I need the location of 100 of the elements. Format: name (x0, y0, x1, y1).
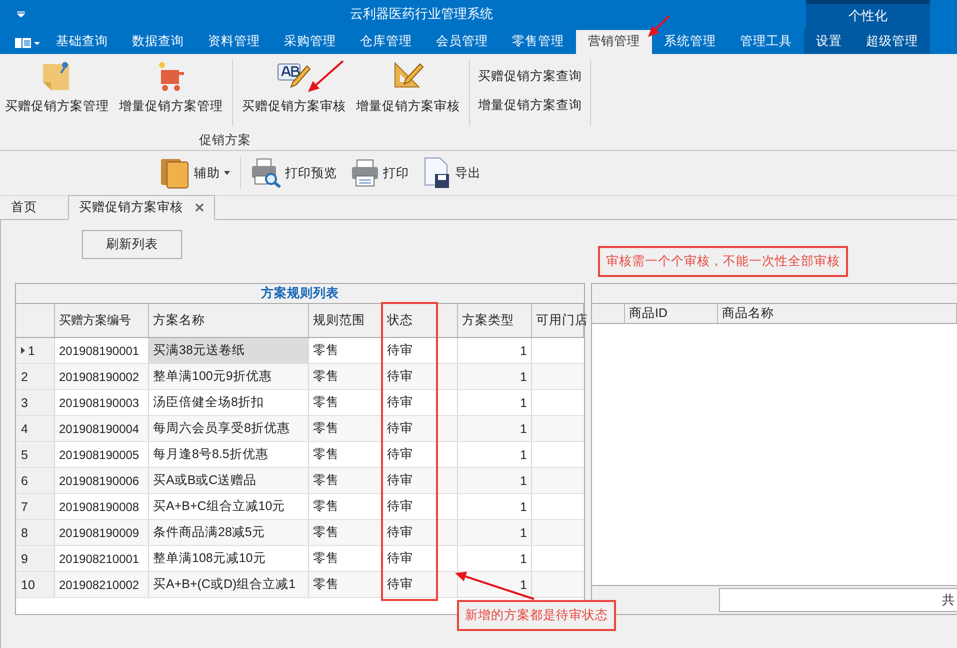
table-cell[interactable]: 买满38元送卷纸 (149, 338, 309, 363)
row-pointer-icon (21, 347, 25, 354)
table-cell[interactable]: 买A或B或C送赠品 (149, 468, 309, 493)
ribbon-button[interactable]: 买赠促销方案查询 (474, 68, 586, 85)
table-cell[interactable]: 整单满100元9折优惠 (149, 364, 309, 389)
row-header[interactable]: 9 (16, 546, 55, 571)
annotation-note: 新增的方案都是待审状态 (457, 600, 616, 631)
table-cell[interactable]: 每周六会员享受8折优惠 (149, 416, 309, 441)
menu-tab[interactable]: 管理工具 (728, 30, 804, 54)
books-icon (160, 157, 190, 189)
table-cell: 零售 (309, 520, 383, 545)
table-cell: 待审 (383, 442, 438, 467)
ribbon-button[interactable]: 增量促销方案审核 (352, 58, 464, 115)
row-header[interactable]: 3 (16, 390, 55, 415)
table-cell: 201908190003 (55, 390, 149, 415)
table-cell: 待审 (383, 546, 438, 571)
ribbon-group-label: 促销方案 (198, 132, 252, 149)
menu-tab[interactable]: 会员管理 (424, 30, 500, 54)
row-header[interactable]: 6 (16, 468, 55, 493)
column-header[interactable]: 买赠方案编号 (55, 304, 149, 337)
column-header[interactable]: 方案名称 (149, 304, 309, 337)
table-cell: 1 (458, 494, 532, 519)
column-header[interactable]: 规则范围 (309, 304, 383, 337)
table-cell: 零售 (309, 494, 383, 519)
table-cell: 201908190008 (55, 494, 149, 519)
print-preview-icon (251, 158, 281, 188)
toolbar-button[interactable]: 导出 (423, 157, 481, 189)
table-cell: 零售 (309, 364, 383, 389)
table-cell: 201908210002 (55, 572, 149, 597)
menu-tab[interactable]: 营销管理 (576, 30, 652, 54)
column-header[interactable]: 商品ID (625, 304, 718, 323)
toolbar-button[interactable]: 辅助 (160, 157, 230, 189)
menu-tab[interactable]: 系统管理 (652, 30, 728, 54)
row-header[interactable]: 1 (16, 338, 55, 363)
ribbon-button[interactable]: 买赠促销方案管理 (1, 58, 113, 115)
table-cell: 待审 (383, 364, 438, 389)
menu-tab[interactable]: 设置 (804, 30, 854, 54)
ribbon-button[interactable]: 增量促销方案查询 (474, 97, 586, 114)
table-cell[interactable]: 每月逢8号8.5折优惠 (149, 442, 309, 467)
row-header[interactable]: 8 (16, 520, 55, 545)
ribbon-button[interactable]: 增量促销方案管理 (115, 58, 227, 115)
table-cell: 待审 (383, 390, 438, 415)
row-header[interactable]: 7 (16, 494, 55, 519)
table-cell: 零售 (309, 572, 383, 597)
toolbar-button[interactable]: 打印预览 (251, 158, 337, 188)
table-cell[interactable]: 买A+B+C组合立减10元 (149, 494, 309, 519)
menu-tab[interactable]: 超级管理 (854, 30, 930, 54)
menu-tab[interactable]: 仓库管理 (348, 30, 424, 54)
row-header[interactable]: 10 (16, 572, 55, 597)
table-cell: 1 (458, 442, 532, 467)
column-header[interactable]: 方案类型 (458, 304, 532, 337)
grid-title: 方案规则列表 (16, 284, 584, 304)
table-cell[interactable]: 汤臣倍健全场8折扣 (149, 390, 309, 415)
table-cell[interactable]: 整单满108元减10元 (149, 546, 309, 571)
table-cell: 待审 (383, 416, 438, 441)
table-cell[interactable]: 买A+B+(C或D)组合立减1 (149, 572, 309, 597)
window-title: 云利器医药行业管理系统 (350, 5, 493, 23)
printer-icon (351, 159, 379, 187)
table-cell: 待审 (383, 572, 438, 597)
column-header[interactable]: 状态 (383, 304, 438, 337)
table-cell: 1 (458, 546, 532, 571)
table-cell: 待审 (383, 494, 438, 519)
table-cell: 待审 (383, 468, 438, 493)
ribbon-button[interactable]: 买赠促销方案审核 (238, 58, 350, 115)
app-menu-icon[interactable] (14, 37, 42, 49)
table-cell: 201908190009 (55, 520, 149, 545)
table-cell: 1 (458, 520, 532, 545)
menu-tab[interactable]: 采购管理 (272, 30, 348, 54)
table-cell: 零售 (309, 416, 383, 441)
table-cell: 零售 (309, 390, 383, 415)
document-tab[interactable]: 首页 (0, 196, 48, 219)
table-cell: 零售 (309, 546, 383, 571)
table-cell: 201908210001 (55, 546, 149, 571)
table-cell: 待审 (383, 338, 438, 363)
menu-tab[interactable]: 数据查询 (120, 30, 196, 54)
table-cell: 1 (458, 390, 532, 415)
row-header[interactable]: 5 (16, 442, 55, 467)
table-cell: 待审 (383, 520, 438, 545)
count-field: 共 (719, 588, 957, 612)
table-cell[interactable]: 条件商品满28减5元 (149, 520, 309, 545)
refresh-button[interactable]: 刷新列表 (82, 230, 182, 259)
table-cell: 201908190004 (55, 416, 149, 441)
menu-tab[interactable]: 基础查询 (44, 30, 120, 54)
menu-tab[interactable]: 零售管理 (500, 30, 576, 54)
document-tab[interactable]: 买赠促销方案审核 (68, 195, 215, 220)
table-cell: 1 (458, 364, 532, 389)
table-cell: 1 (458, 338, 532, 363)
column-header[interactable]: 商品名称 (718, 304, 957, 323)
row-header[interactable]: 2 (16, 364, 55, 389)
table-cell: 零售 (309, 468, 383, 493)
toolbar-button[interactable]: 打印 (351, 159, 409, 187)
table-cell: 零售 (309, 442, 383, 467)
menu-tab[interactable]: 资料管理 (196, 30, 272, 54)
annotation-note: 审核需一个个审核，不能一次性全部审核 (598, 246, 848, 277)
close-icon[interactable] (195, 203, 204, 212)
table-cell: 1 (458, 416, 532, 441)
quick-access-caret-icon[interactable] (17, 11, 25, 17)
row-header[interactable]: 4 (16, 416, 55, 441)
table-cell: 201908190002 (55, 364, 149, 389)
personalize-title: 个性化 (848, 7, 888, 25)
